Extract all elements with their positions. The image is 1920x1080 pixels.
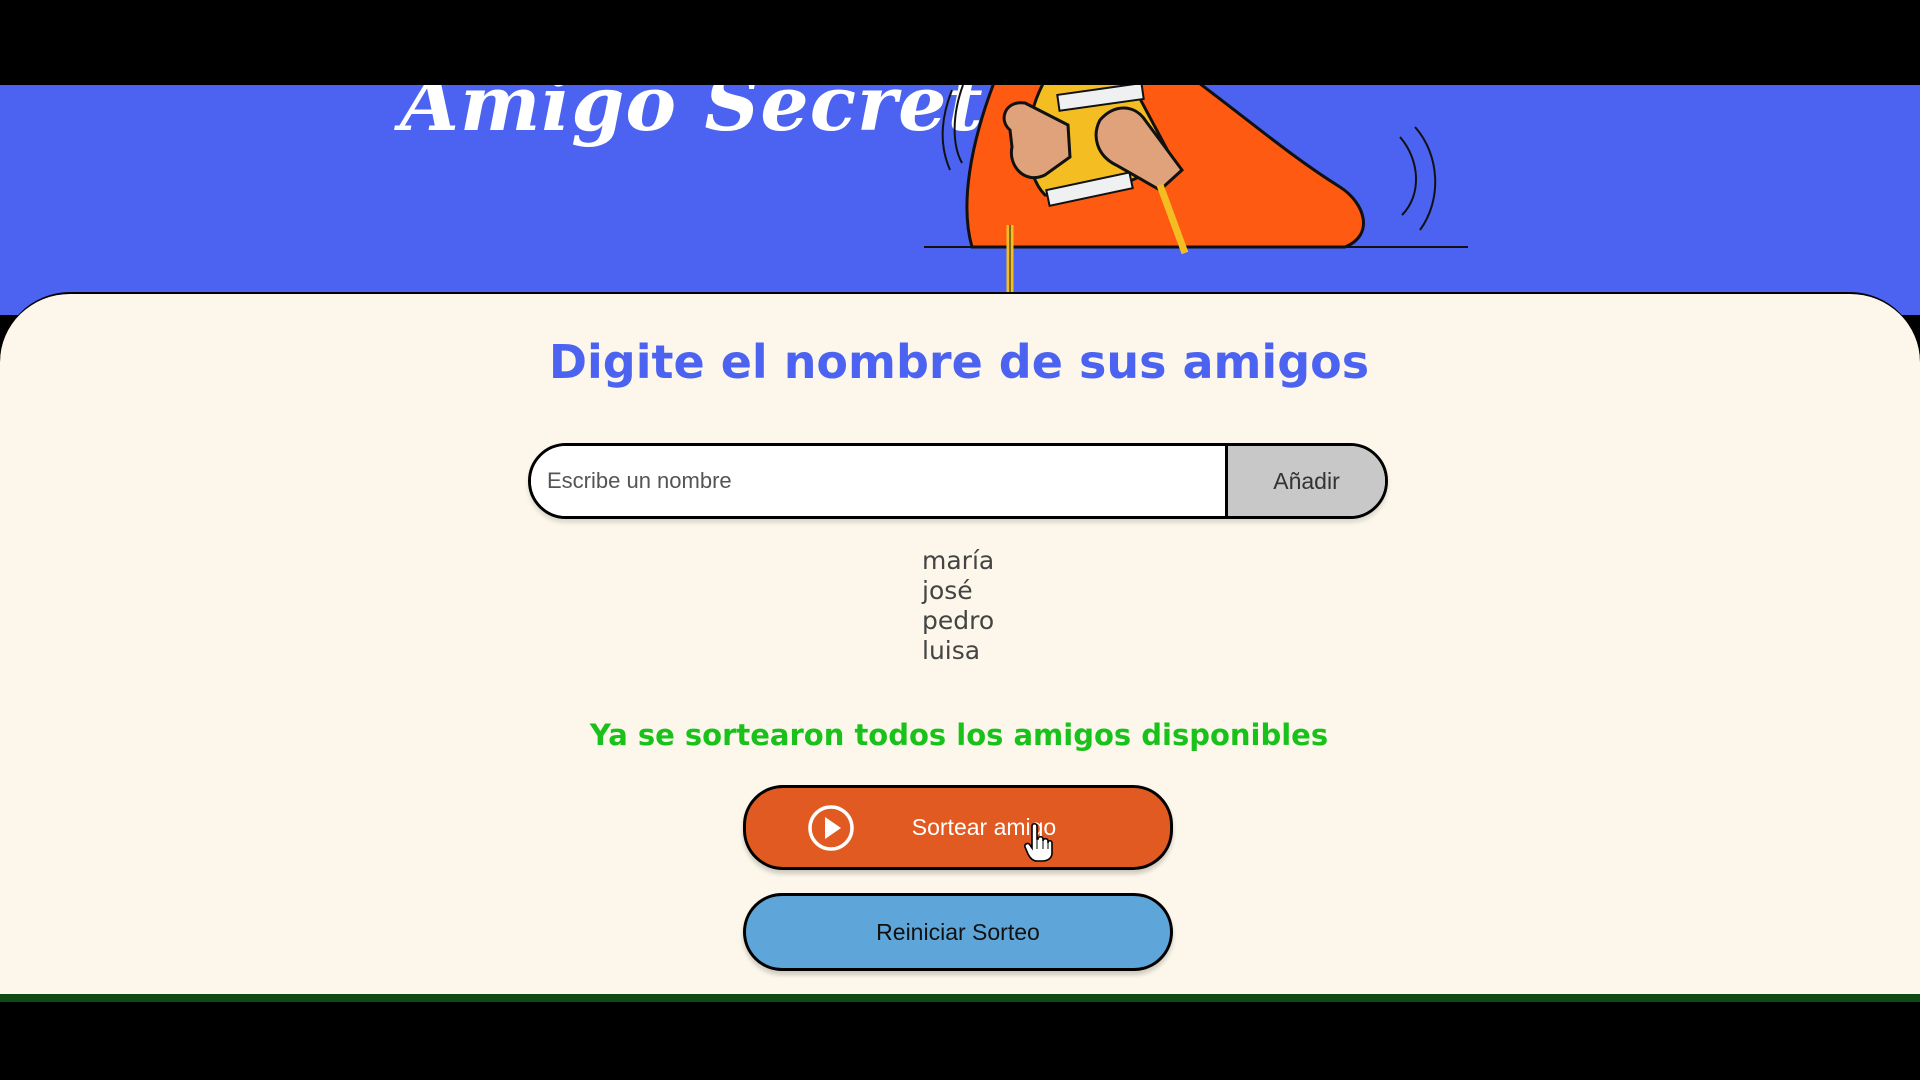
reset-draw-button[interactable]: Reiniciar Sorteo bbox=[743, 893, 1173, 971]
hand-pointer-icon bbox=[1024, 823, 1053, 862]
person-with-gift-illustration bbox=[924, 85, 1468, 315]
friends-list: maría josé pedro luisa bbox=[922, 546, 994, 666]
draw-button-label: Sortear amigo bbox=[911, 814, 1057, 840]
friend-list-item: maría bbox=[922, 546, 995, 575]
result-message: Ya se sortearon todos los amigos disponi… bbox=[589, 718, 1329, 752]
app-header: Amigo Secreto bbox=[0, 85, 1920, 315]
letterbox-bottom bbox=[0, 1002, 1920, 1080]
friend-list-item: josé bbox=[922, 576, 973, 605]
section-heading: Digite el nombre de sus amigos bbox=[548, 335, 1370, 389]
letterbox-top bbox=[0, 0, 1920, 85]
add-friend-form: Añadir bbox=[528, 443, 1388, 519]
footer-strip bbox=[0, 994, 1920, 1002]
friend-list-item: pedro bbox=[922, 606, 995, 635]
friend-name-input[interactable] bbox=[531, 446, 1225, 516]
friend-list-item: luisa bbox=[922, 636, 981, 665]
draw-friend-button[interactable]: Sortear amigo bbox=[743, 785, 1173, 870]
add-button[interactable]: Añadir bbox=[1225, 446, 1385, 516]
